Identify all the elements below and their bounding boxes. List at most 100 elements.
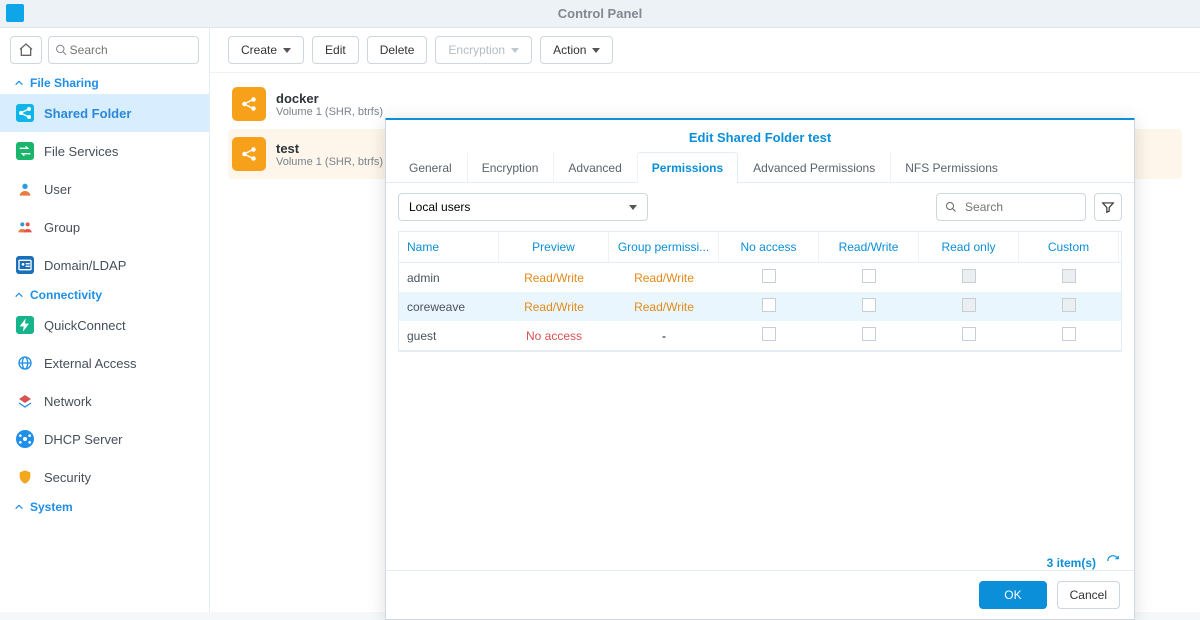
sidebar-item-label: Group [44, 220, 80, 235]
tab-advanced[interactable]: Advanced [553, 152, 636, 183]
tab-encryption[interactable]: Encryption [467, 152, 554, 183]
cell-name: guest [399, 323, 499, 349]
tab-general[interactable]: General [394, 152, 467, 183]
sidebar-search-input[interactable] [68, 42, 192, 58]
col-read-only[interactable]: Read only [919, 232, 1019, 262]
modal-tabs: GeneralEncryptionAdvancedPermissionsAdva… [386, 151, 1134, 183]
arrows-icon [17, 143, 33, 159]
sidebar-item-label: QuickConnect [44, 318, 126, 333]
shield-icon [17, 469, 33, 485]
folder-name: docker [276, 91, 383, 106]
sidebar-item-label: External Access [44, 356, 137, 371]
checkbox[interactable] [762, 327, 776, 341]
encryption-button: Encryption [435, 36, 532, 64]
permissions-toolbar: Local users [386, 183, 1134, 231]
sidebar-item-quickconnect[interactable]: QuickConnect [0, 306, 209, 344]
home-button[interactable] [10, 36, 42, 64]
sidebar-item-shared-folder[interactable]: Shared Folder [0, 94, 209, 132]
sidebar-item-security[interactable]: Security [0, 458, 209, 496]
sidebar-item-network[interactable]: Network [0, 382, 209, 420]
checkbox[interactable] [762, 269, 776, 283]
user-scope-select[interactable]: Local users [398, 193, 648, 221]
checkbox[interactable] [862, 269, 876, 283]
checkbox[interactable] [862, 298, 876, 312]
permission-row[interactable]: guestNo access- [399, 321, 1121, 350]
checkbox[interactable] [1062, 327, 1076, 341]
permissions-search[interactable] [936, 193, 1086, 221]
modal-title: Edit Shared Folder test [386, 120, 1134, 151]
sidebar-item-dhcp[interactable]: DHCP Server [0, 420, 209, 458]
sidebar-search[interactable] [48, 36, 199, 64]
cell-name: coreweave [399, 294, 499, 320]
cell-group: Read/Write [609, 265, 719, 291]
folder-location: Volume 1 (SHR, btrfs) [276, 106, 383, 118]
permissions-search-input[interactable] [963, 199, 1077, 215]
sidebar-item-label: User [44, 182, 71, 197]
checkbox[interactable] [762, 298, 776, 312]
cell-name: admin [399, 265, 499, 291]
id-card-icon [17, 257, 33, 273]
cell-no-access [719, 292, 819, 321]
network-icon [17, 393, 33, 409]
col-custom[interactable]: Custom [1019, 232, 1119, 262]
chevron-up-icon [14, 290, 24, 300]
col-no-access[interactable]: No access [719, 232, 819, 262]
sidebar-item-label: Network [44, 394, 92, 409]
caret-down-icon [629, 205, 637, 210]
permissions-grid: Name Preview Group permissi... No access… [398, 231, 1122, 351]
sidebar-item-group[interactable]: Group [0, 208, 209, 246]
globe-icon [17, 355, 33, 371]
tab-nfs-permissions[interactable]: NFS Permissions [890, 152, 1013, 183]
checkbox[interactable] [862, 327, 876, 341]
home-icon [18, 42, 34, 58]
cell-read-only [919, 263, 1019, 292]
section-file-sharing[interactable]: File Sharing [0, 72, 209, 94]
permission-row[interactable]: adminRead/WriteRead/Write [399, 263, 1121, 292]
cell-read-only [919, 321, 1019, 350]
grid-footer-info: 3 item(s) [1047, 554, 1120, 571]
cell-preview: Read/Write [499, 265, 609, 291]
checkbox[interactable] [962, 327, 976, 341]
checkbox [962, 298, 976, 312]
section-label: Connectivity [30, 288, 102, 302]
cell-preview: Read/Write [499, 294, 609, 320]
permission-row[interactable]: coreweaveRead/WriteRead/Write [399, 292, 1121, 321]
grid-header: Name Preview Group permissi... No access… [399, 232, 1121, 263]
sidebar-item-label: Security [44, 470, 91, 485]
folder-name: test [276, 141, 383, 156]
group-icon [17, 219, 33, 235]
sidebar-item-user[interactable]: User [0, 170, 209, 208]
col-read-write[interactable]: Read/Write [819, 232, 919, 262]
refresh-button[interactable] [1106, 554, 1120, 571]
caret-down-icon [592, 48, 600, 53]
chevron-up-icon [14, 502, 24, 512]
section-system[interactable]: System [0, 496, 209, 518]
share-icon [17, 105, 33, 121]
user-icon [17, 181, 33, 197]
cell-preview: No access [499, 323, 609, 349]
caret-down-icon [283, 48, 291, 53]
cancel-button[interactable]: Cancel [1057, 581, 1120, 609]
share-folder-icon [232, 87, 266, 121]
delete-button[interactable]: Delete [367, 36, 428, 64]
cell-read-write [819, 263, 919, 292]
sidebar-item-label: File Services [44, 144, 118, 159]
section-connectivity[interactable]: Connectivity [0, 284, 209, 306]
sidebar-item-file-services[interactable]: File Services [0, 132, 209, 170]
filter-button[interactable] [1094, 193, 1122, 221]
filter-icon [1101, 200, 1115, 214]
sidebar-item-external-access[interactable]: External Access [0, 344, 209, 382]
col-group[interactable]: Group permissi... [609, 232, 719, 262]
cell-no-access [719, 321, 819, 350]
create-button[interactable]: Create [228, 36, 304, 64]
col-preview[interactable]: Preview [499, 232, 609, 262]
edit-button[interactable]: Edit [312, 36, 359, 64]
tab-advanced-permissions[interactable]: Advanced Permissions [738, 152, 890, 183]
sidebar-item-domain-ldap[interactable]: Domain/LDAP [0, 246, 209, 284]
action-button[interactable]: Action [540, 36, 613, 64]
tab-permissions[interactable]: Permissions [637, 152, 738, 183]
checkbox [962, 269, 976, 283]
col-name[interactable]: Name [399, 232, 499, 262]
ok-button[interactable]: OK [979, 581, 1046, 609]
cell-custom [1019, 292, 1119, 321]
